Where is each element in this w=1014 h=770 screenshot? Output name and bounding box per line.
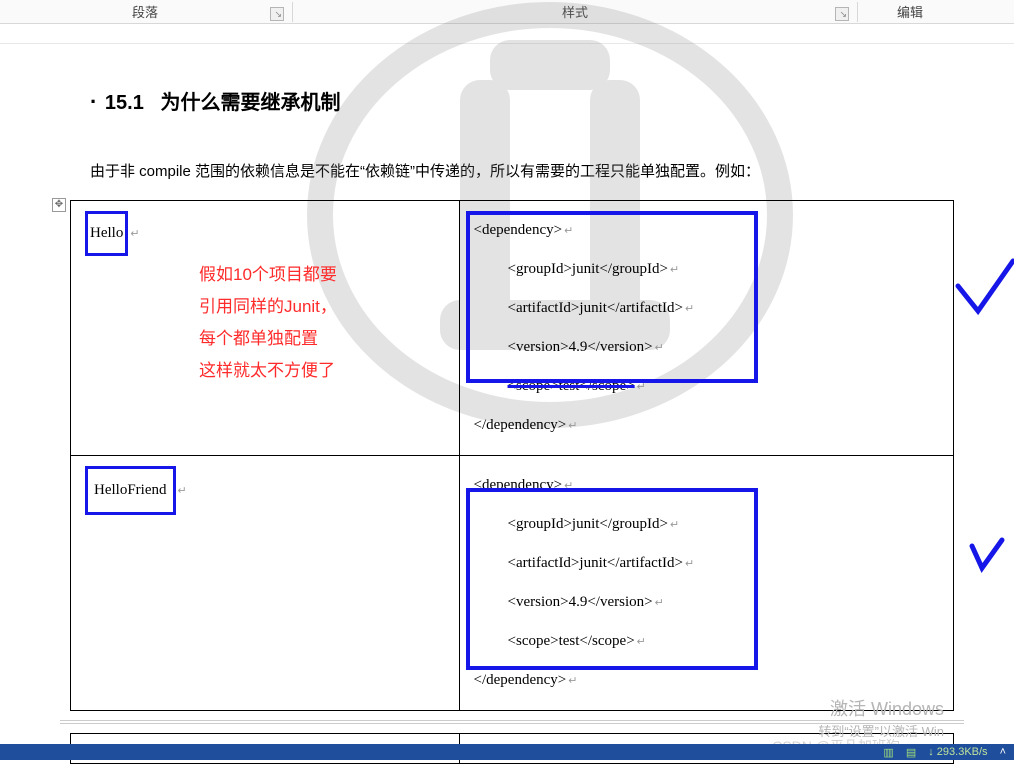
ribbon-separator [292, 2, 293, 22]
heading-number: 15.1 [105, 92, 144, 114]
code-line: <scope>test</scope> [508, 633, 635, 649]
ribbon-group-styles: 样式 ↘ [295, 0, 855, 23]
code-line: <dependency> [474, 477, 563, 493]
paragraph-mark-icon: ↵ [637, 381, 646, 393]
network-rate-value: 293.3KB/s [937, 746, 988, 758]
dialog-launcher-icon[interactable]: ↘ [835, 7, 849, 21]
intro-paragraph: 由于非 compile 范围的依赖信息是不能在“依赖链”中传递的，所以有需要的工… [60, 125, 964, 194]
annotation-line: 这样就太不方便了 [199, 355, 337, 387]
code-line: <version>4.9</version> [508, 339, 653, 355]
paragraph-mark-icon: ↵ [564, 225, 573, 237]
table-cell-left[interactable]: Hello ↵ 假如10个项目都要 引用同样的Junit， 每个都单独配置 这样… [71, 200, 460, 455]
ribbon-label-styles: 样式 [562, 2, 588, 21]
book-icon[interactable]: ▥ [883, 746, 893, 759]
intro-text: 由于非 compile 范围的依赖信息是不能在“依赖链”中传递的，所以有需要的工… [90, 163, 760, 180]
document-page: · 15.1 为什么需要继承机制 由于非 compile 范围的依赖信息是不能在… [60, 50, 964, 770]
table-cell-right[interactable]: <dependency>↵ <groupId>junit</groupId>↵ … [459, 200, 953, 455]
annotation-note: 假如10个项目都要 引用同样的Junit， 每个都单独配置 这样就太不方便了 [199, 259, 337, 388]
paragraph-mark-icon: ↵ [670, 264, 679, 276]
reading-icon[interactable]: ▤ [906, 746, 916, 759]
page-gutter-right [964, 44, 1014, 770]
paragraph-mark-icon: ↵ [568, 675, 577, 687]
paragraph-mark-icon: ↵ [564, 480, 573, 492]
cell-title: HelloFriend [94, 482, 167, 498]
table-row: Hello ↵ 假如10个项目都要 引用同样的Junit， 每个都单独配置 这样… [71, 200, 954, 455]
ribbon-separator [857, 2, 858, 22]
network-rate: ↓ 293.3KB/s [928, 746, 987, 758]
table-row: HelloFriend ↵ <dependency>↵ <groupId>jun… [71, 455, 954, 710]
code-line: <artifactId>junit</artifactId> [508, 555, 683, 571]
highlight-box: HelloFriend [85, 466, 176, 515]
code-line: <artifactId>junit</artifactId> [508, 300, 683, 316]
table-cell-right[interactable]: <dependency>↵ <groupId>junit</groupId>↵ … [459, 455, 953, 710]
code-line: </dependency> [474, 417, 567, 433]
paragraph-mark-icon: ↵ [670, 519, 679, 531]
paragraph-mark-icon: ↵ [685, 303, 694, 315]
code-line: <groupId>junit</groupId> [508, 261, 669, 277]
code-line: <groupId>junit</groupId> [508, 516, 669, 532]
section-heading: · 15.1 为什么需要继承机制 [60, 50, 964, 125]
ribbon-group-paragraph: 段落 ↘ [0, 0, 290, 23]
ruler[interactable] [0, 24, 1014, 44]
paragraph-mark-icon: ↵ [655, 597, 664, 609]
highlight-box: Hello [85, 211, 128, 256]
cell-title: Hello [90, 225, 123, 241]
page-break-indicator [60, 717, 964, 727]
table-move-handle-icon[interactable]: ✥ [52, 198, 66, 212]
table-cell-left[interactable]: HelloFriend ↵ [71, 455, 460, 710]
ribbon-label-paragraph: 段落 [132, 2, 158, 21]
paragraph-mark-icon: ↵ [685, 558, 694, 570]
heading-bullet-icon: · [90, 89, 97, 114]
ribbon: 段落 ↘ 样式 ↘ 编辑 [0, 0, 1014, 24]
code-line: <dependency> [474, 222, 563, 238]
code-line-struck: <scope>test</scope> [508, 378, 635, 394]
tray-chevron-icon[interactable]: ˄ [1000, 746, 1006, 758]
annotation-line: 假如10个项目都要 [199, 259, 337, 291]
annotation-line: 引用同样的Junit， [199, 291, 337, 323]
taskbar[interactable]: ▥ ▤ ↓ 293.3KB/s ˄ [0, 744, 1014, 760]
ribbon-label-editing: 编辑 [897, 2, 923, 21]
paragraph-mark-icon: ↵ [655, 342, 664, 354]
paragraph-mark-icon: ↵ [130, 228, 139, 240]
heading-text: 为什么需要继承机制 [161, 92, 341, 114]
ribbon-group-editing: 编辑 [860, 0, 960, 23]
code-line: </dependency> [474, 672, 567, 688]
annotation-line: 每个都单独配置 [199, 323, 337, 355]
dependencies-table: Hello ↵ 假如10个项目都要 引用同样的Junit， 每个都单独配置 这样… [70, 200, 954, 711]
paragraph-mark-icon: ↵ [178, 485, 187, 497]
dialog-launcher-icon[interactable]: ↘ [270, 7, 284, 21]
page-gutter-left [0, 44, 60, 770]
paragraph-mark-icon: ↵ [637, 636, 646, 648]
paragraph-mark-icon: ↵ [568, 420, 577, 432]
code-line: <version>4.9</version> [508, 594, 653, 610]
